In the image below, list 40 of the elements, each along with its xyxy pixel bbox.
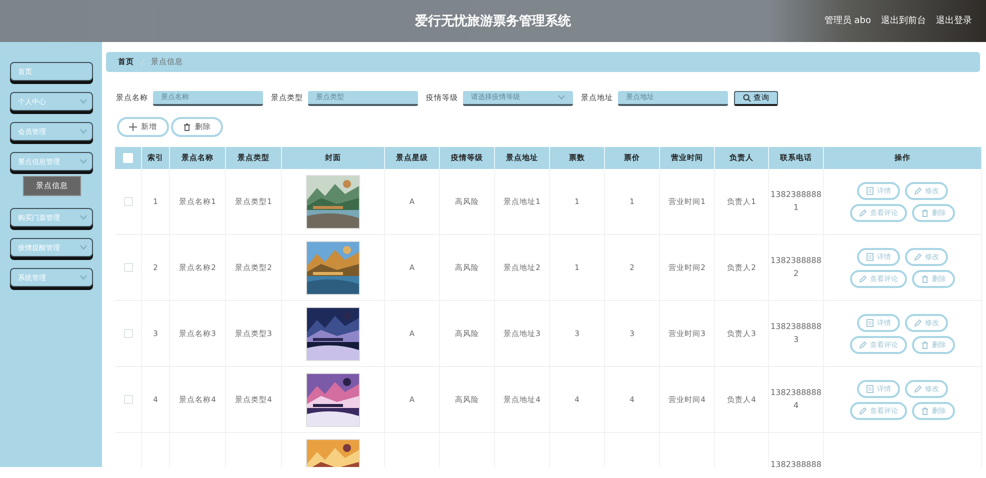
document-icon xyxy=(866,384,874,392)
plus-icon xyxy=(129,123,137,131)
pencil-icon xyxy=(914,252,922,260)
row-checkbox[interactable] xyxy=(124,263,132,272)
row-checkbox[interactable] xyxy=(124,329,132,338)
pencil-icon xyxy=(914,186,922,194)
pencil-icon xyxy=(859,274,867,282)
chevron-down-icon xyxy=(80,99,87,104)
chevron-down-icon xyxy=(80,159,87,164)
document-icon xyxy=(866,186,874,194)
search-icon xyxy=(742,94,750,102)
chevron-down-icon xyxy=(80,245,87,250)
table-cell-text: 13823888881 xyxy=(770,188,822,214)
chevron-down-icon xyxy=(80,215,87,220)
table-cell-text: 13823888884 xyxy=(770,386,822,412)
document-icon xyxy=(866,318,874,326)
header-link[interactable]: 退出登录 xyxy=(936,14,972,27)
pencil-icon xyxy=(914,318,922,326)
header-link[interactable]: 退出到前台 xyxy=(881,14,926,27)
app-title: 爱行无忧旅游票务管理系统 xyxy=(415,12,571,30)
row-checkbox[interactable] xyxy=(124,395,132,404)
row-checkbox[interactable] xyxy=(124,197,132,206)
user-label: 管理员 abo xyxy=(824,14,871,27)
table-cell-text: 13823888882 xyxy=(770,254,822,280)
pencil-icon xyxy=(914,384,922,392)
chevron-down-icon xyxy=(80,129,87,134)
trash-icon xyxy=(921,274,929,282)
table-cell-text: 13823888883 xyxy=(770,320,822,346)
trash-icon xyxy=(183,123,191,131)
table-cell: 1382388888 xyxy=(770,459,822,467)
pencil-icon xyxy=(859,208,867,216)
select-all-checkbox[interactable] xyxy=(123,153,133,163)
document-icon xyxy=(866,252,874,260)
trash-icon xyxy=(921,340,929,348)
chevron-down-icon xyxy=(80,275,87,280)
pencil-icon xyxy=(859,406,867,414)
chevron-down-icon xyxy=(558,94,565,100)
trash-icon xyxy=(921,208,929,216)
pencil-icon xyxy=(859,340,867,348)
trash-icon xyxy=(921,406,929,414)
